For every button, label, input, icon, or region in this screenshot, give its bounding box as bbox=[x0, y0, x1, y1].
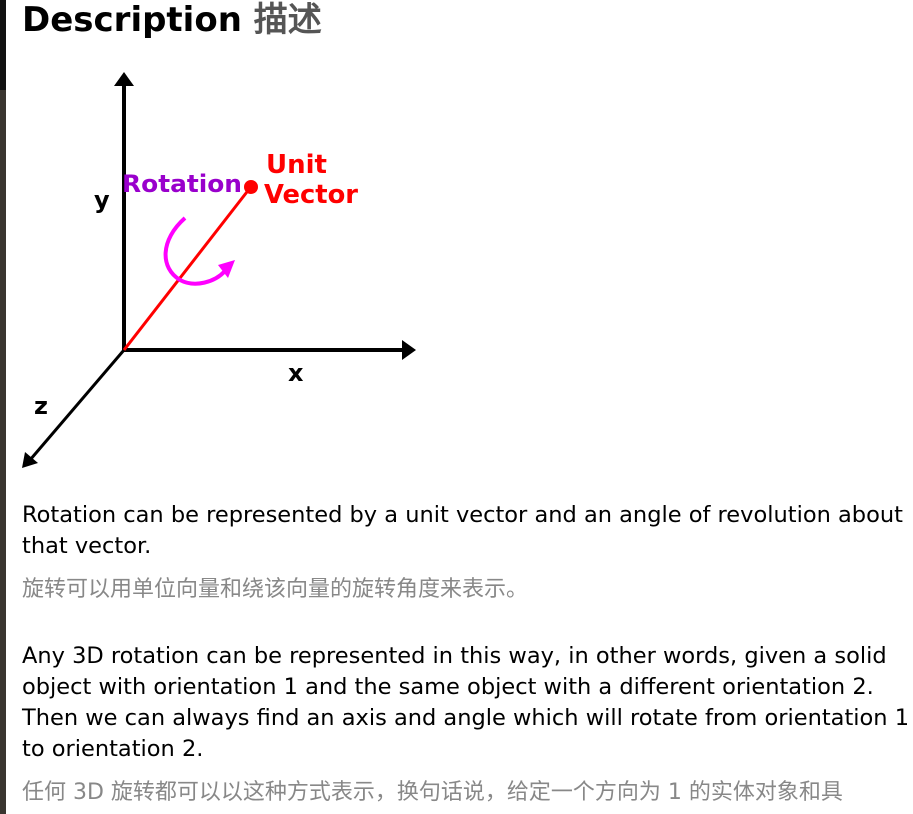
paragraph-2-line-4: to orientation 2. bbox=[22, 736, 204, 762]
y-axis-arrowhead bbox=[114, 72, 134, 86]
paragraph-2-line-1: Any 3D rotation can be represented in th… bbox=[22, 643, 887, 669]
left-window-edge-top bbox=[0, 0, 6, 90]
paragraph-1-line-2: that vector. bbox=[22, 533, 152, 559]
y-axis-label: y bbox=[94, 186, 110, 214]
x-axis-arrowhead bbox=[402, 340, 416, 360]
paragraph-1-line-1: Rotation can be represented by a unit ve… bbox=[22, 502, 903, 528]
title-zh: 描述 bbox=[253, 0, 322, 40]
rotation-label: Rotation bbox=[122, 170, 242, 198]
paragraph-2-line-3: Then we can always find an axis and angl… bbox=[22, 705, 910, 731]
paragraph-2-chinese: 任何 3D 旋转都可以以这种方式表示，换句话说，给定一个方向为 1 的实体对象和… bbox=[22, 780, 843, 805]
rotation-diagram: y x z Rotation Unit Vector bbox=[22, 72, 416, 468]
x-axis-label: x bbox=[288, 359, 304, 387]
unit-vector-tip bbox=[244, 180, 258, 194]
unit-label: Unit bbox=[266, 150, 327, 180]
title-en: Description bbox=[22, 0, 242, 40]
paragraph-1-chinese: 旋转可以用单位向量和绕该向量的旋转角度来表示。 bbox=[22, 577, 529, 602]
page-title: Description 描述 bbox=[22, 0, 322, 40]
vector-label: Vector bbox=[264, 180, 358, 210]
z-axis-label: z bbox=[34, 392, 48, 420]
paragraph-2-line-2: object with orientation 1 and the same o… bbox=[22, 674, 874, 700]
rotation-arrow bbox=[163, 216, 227, 286]
left-window-edge bbox=[0, 0, 6, 814]
